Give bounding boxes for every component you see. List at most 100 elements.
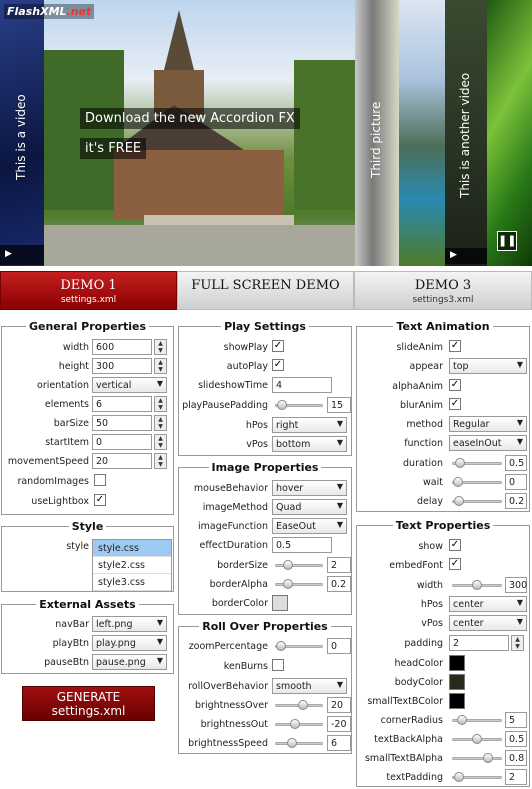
brightnessover-value[interactable]: 20 [327,697,351,713]
wait-slider[interactable] [452,477,502,487]
list-item[interactable]: style.css [93,540,171,557]
imagefunction-select[interactable]: EaseOut ▼ [272,518,347,534]
duration-slider[interactable] [452,458,502,468]
generate-button[interactable]: GENERATE settings.xml [22,686,155,721]
chevron-down-icon: ▼ [516,437,523,446]
slide-video-1[interactable]: This is a video ▶ [0,0,44,266]
video-controls[interactable]: ▶ [0,245,44,265]
slide-fern-picture[interactable]: ❚❚ [487,0,532,266]
textwidth-value[interactable]: 300 [505,577,527,593]
uselightbox-checkbox[interactable]: ✓ [94,494,106,506]
playpausepadding-slider[interactable] [275,400,323,410]
smalltextbcolor-swatch[interactable] [449,693,465,709]
list-item[interactable]: style3.css [93,574,171,591]
playbtn-label: playBtn [52,638,89,649]
height-input[interactable]: 300 [92,358,152,374]
delay-value[interactable]: 0.2 [505,493,527,509]
bluranim-checkbox[interactable]: ✓ [449,398,461,410]
elements-input[interactable]: 6 [92,396,152,412]
borderalpha-slider[interactable] [275,579,323,589]
mousebehavior-select[interactable]: hover ▼ [272,480,347,496]
brightnessout-value[interactable]: -20 [327,716,351,732]
tab-demo-3[interactable]: DEMO 3 settings3.xml [354,271,532,310]
movementspeed-stepper[interactable]: ▲ ▼ [154,453,167,469]
panel-title: General Properties [25,320,150,333]
bordersize-slider[interactable] [275,560,323,570]
smalltextbalpha-slider[interactable] [452,753,502,763]
hpos-select[interactable]: right ▼ [272,417,347,433]
play-icon[interactable]: ▶ [450,250,457,260]
barsize-stepper[interactable]: ▲ ▼ [154,415,167,431]
imagemethod-select[interactable]: Quad ▼ [272,499,347,515]
vpos-select[interactable]: bottom ▼ [272,436,347,452]
text-vpos-select[interactable]: center ▼ [449,615,527,631]
tab-demo-1[interactable]: DEMO 1 settings.xml [0,271,177,310]
rolloverbehavior-select[interactable]: smooth ▼ [272,678,347,694]
duration-value[interactable]: 0.5 [505,455,527,471]
cornerradius-value[interactable]: 5 [505,712,527,728]
panel-title: Text Properties [392,519,494,532]
brightnessspeed-slider[interactable] [275,738,323,748]
slide-third-picture[interactable]: Third picture [355,0,399,266]
navbar-select[interactable]: left.png ▼ [92,616,167,632]
function-select[interactable]: easeInOut ▼ [449,435,527,451]
style-listbox[interactable]: style.css style2.css style3.css [92,539,172,592]
brightnessspeed-value[interactable]: 6 [327,735,351,751]
textbackalpha-slider[interactable] [452,734,502,744]
list-item[interactable]: style2.css [93,557,171,574]
show-checkbox[interactable]: ✓ [449,539,461,551]
elements-stepper[interactable]: ▲ ▼ [154,396,167,412]
delay-slider[interactable] [452,496,502,506]
showplay-checkbox[interactable]: ✓ [272,340,284,352]
width-input[interactable]: 600 [92,339,152,355]
smalltextbalpha-value[interactable]: 0.8 [505,750,527,766]
kenburns-checkbox[interactable] [272,659,284,671]
zoompercentage-slider[interactable] [275,641,323,651]
pausebtn-select[interactable]: pause.png ▼ [92,654,167,670]
padding-stepper[interactable]: ▲ ▼ [511,635,524,651]
orientation-select[interactable]: vertical ▼ [92,377,167,393]
startitem-input[interactable]: 0 [92,434,152,450]
playbtn-select[interactable]: play.png ▼ [92,635,167,651]
height-stepper[interactable]: ▲ ▼ [154,358,167,374]
autoplay-checkbox[interactable]: ✓ [272,359,284,371]
brightnessout-slider[interactable] [275,719,323,729]
bodycolor-swatch[interactable] [449,674,465,690]
slide-main-church[interactable]: Download the new Accordion FX it's FREE [44,0,355,266]
startitem-stepper[interactable]: ▲ ▼ [154,434,167,450]
slide-lake-picture[interactable] [399,0,445,266]
pause-button[interactable]: ❚❚ [497,231,517,251]
bordercolor-swatch[interactable] [272,595,288,611]
appear-select[interactable]: top ▼ [449,358,527,374]
slideanim-checkbox[interactable]: ✓ [449,340,461,352]
zoompercentage-value[interactable]: 0 [327,638,351,654]
padding-input[interactable]: 2 [449,635,509,651]
randomimages-checkbox[interactable] [94,474,106,486]
text-hpos-select[interactable]: center ▼ [449,596,527,612]
slideshowtime-input[interactable]: 4 [272,377,332,393]
play-icon[interactable]: ▶ [5,249,12,259]
tab-full-screen-demo[interactable]: FULL SCREEN DEMO [177,271,354,310]
textpadding-value[interactable]: 2 [505,769,527,785]
cornerradius-slider[interactable] [452,715,502,725]
width-stepper[interactable]: ▲ ▼ [154,339,167,355]
textpadding-slider[interactable] [452,772,502,782]
bordersize-value[interactable]: 2 [327,557,351,573]
headcolor-swatch[interactable] [449,655,465,671]
borderalpha-value[interactable]: 0.2 [327,576,351,592]
embedfont-checkbox[interactable]: ✓ [449,558,461,570]
video-controls[interactable]: ▶ [445,248,487,264]
method-select[interactable]: Regular ▼ [449,416,527,432]
movementspeed-input[interactable]: 20 [92,453,152,469]
textbackalpha-value[interactable]: 0.5 [505,731,527,747]
textwidth-slider[interactable] [452,580,502,590]
accordion-slideshow[interactable]: This is a video ▶ Download the new Accor… [0,0,532,266]
barsize-input[interactable]: 50 [92,415,152,431]
alphaanim-checkbox[interactable]: ✓ [449,379,461,391]
brightnessover-slider[interactable] [275,700,323,710]
text-properties-panel: Text Properties show ✓ embedFont ✓ width 30… [356,519,530,787]
slide-video-2[interactable]: This is another video ▶ [445,0,487,266]
playpausepadding-value[interactable]: 15 [327,397,351,413]
effectduration-input[interactable]: 0.5 [272,537,332,553]
wait-value[interactable]: 0 [505,474,527,490]
